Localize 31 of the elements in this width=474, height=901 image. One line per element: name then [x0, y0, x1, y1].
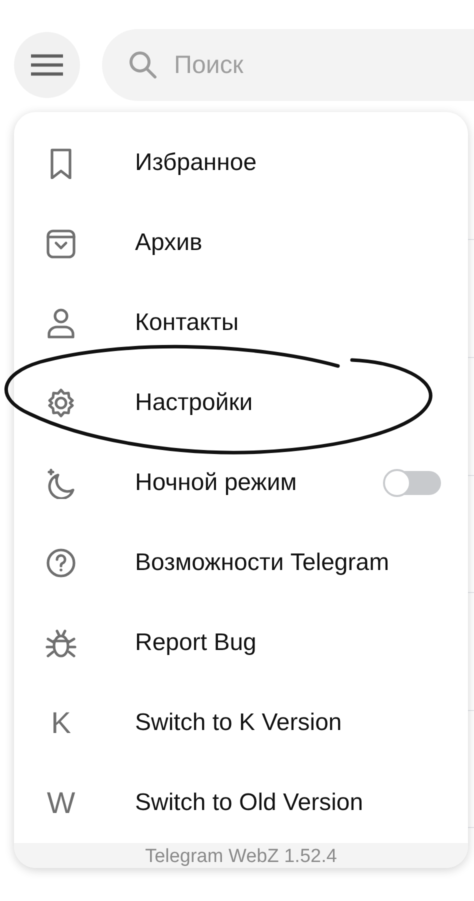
menu-item-label: Switch to Old Version: [135, 788, 364, 818]
help-icon: [45, 547, 77, 579]
search-field[interactable]: Поиск: [102, 29, 474, 101]
search-icon: [128, 50, 158, 80]
version-text: Telegram WebZ 1.52.4: [145, 845, 337, 868]
settings-icon: [45, 387, 77, 419]
menu-item-label: Контакты: [135, 308, 239, 338]
menu-item-label: Архив: [135, 228, 202, 258]
bug-icon: [45, 627, 77, 659]
menu-item[interactable]: Возможности Telegram: [14, 523, 468, 603]
menu-item-label: Switch to K Version: [135, 708, 342, 738]
menu-item-label: Report Bug: [135, 628, 256, 658]
letter-icon: W: [45, 780, 77, 826]
menu-item[interactable]: Настройки: [14, 363, 468, 443]
menu-item-label: Настройки: [135, 388, 253, 418]
letter-icon: K: [45, 700, 77, 746]
menu-item[interactable]: W Switch to Old Version: [14, 763, 468, 843]
menu-item[interactable]: Контакты: [14, 283, 468, 363]
menu-item[interactable]: Report Bug: [14, 603, 468, 683]
menu-item[interactable]: Ночной режим: [14, 443, 468, 523]
menu-item-label: Избранное: [135, 148, 257, 178]
menu-item-label: Ночной режим: [135, 468, 297, 498]
person-icon: [45, 307, 77, 339]
menu-item[interactable]: Архив: [14, 203, 468, 283]
menu-icon: [31, 54, 63, 76]
toggle-switch[interactable]: [385, 471, 441, 495]
moon-icon: [45, 467, 77, 499]
menu-item[interactable]: Избранное: [14, 123, 468, 203]
menu-item-label: Возможности Telegram: [135, 548, 390, 578]
menu-item[interactable]: K Switch to K Version: [14, 683, 468, 763]
archive-box-icon: [45, 227, 77, 259]
